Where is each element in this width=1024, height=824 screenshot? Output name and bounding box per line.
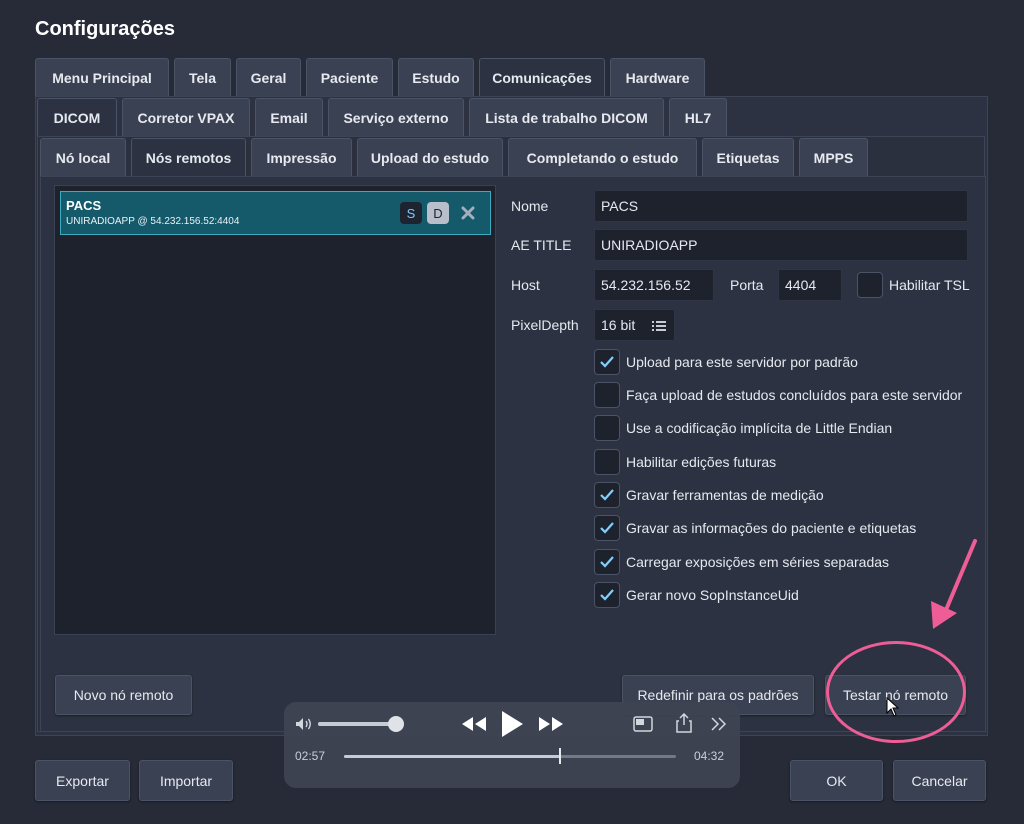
ae-title-field[interactable]: UNIRADIOAPP xyxy=(594,229,968,261)
tab-geral[interactable]: Geral xyxy=(236,58,301,96)
option-checkbox[interactable] xyxy=(594,449,620,475)
volume-icon[interactable] xyxy=(294,714,314,734)
storage-badge[interactable]: S xyxy=(400,202,422,224)
ok-button[interactable]: OK xyxy=(790,760,883,801)
tab-nos-remotos[interactable]: Nós remotos xyxy=(131,138,246,176)
import-button[interactable]: Importar xyxy=(139,760,233,801)
nome-field[interactable]: PACS xyxy=(594,190,968,222)
communication-sub-tab-bar: Nó local Nós remotos Impressão Upload do… xyxy=(40,138,868,176)
tab-hl7[interactable]: HL7 xyxy=(669,98,727,136)
default-badge[interactable]: D xyxy=(427,202,449,224)
tab-menu-principal[interactable]: Menu Principal xyxy=(35,58,169,96)
option-label: Gerar novo SopInstanceUid xyxy=(626,587,799,603)
rewind-icon[interactable] xyxy=(460,714,488,734)
tab-paciente[interactable]: Paciente xyxy=(306,58,393,96)
option-checkbox[interactable] xyxy=(594,349,620,375)
porta-label: Porta xyxy=(730,277,764,293)
option-label: Upload para este servidor por padrão xyxy=(626,354,858,370)
porta-field[interactable]: 4404 xyxy=(778,269,842,301)
tab-corretor-vpax[interactable]: Corretor VPAX xyxy=(122,98,250,136)
tab-servico-externo[interactable]: Serviço externo xyxy=(328,98,464,136)
nome-label: Nome xyxy=(511,198,549,214)
option-label: Faça upload de estudos concluídos para e… xyxy=(626,387,963,403)
pixel-depth-select[interactable]: 16 bit xyxy=(594,309,675,341)
node-address: UNIRADIOAPP @ 54.232.156.52:4404 xyxy=(66,216,240,227)
list-icon xyxy=(652,319,666,335)
volume-knob[interactable] xyxy=(388,716,404,732)
node-name: PACS xyxy=(66,198,102,213)
option-label: Carregar exposições em séries separadas xyxy=(626,554,890,570)
option-label: Gravar as informações do paciente e etiq… xyxy=(626,520,917,536)
tab-estudo[interactable]: Estudo xyxy=(398,58,474,96)
option-checkbox[interactable] xyxy=(594,549,620,575)
tab-etiquetas[interactable]: Etiquetas xyxy=(702,138,794,176)
tab-completando-o-estudo[interactable]: Completando o estudo xyxy=(508,138,697,176)
progress-fill xyxy=(344,755,560,758)
tls-label: Habilitar TSL xyxy=(889,277,970,293)
host-label: Host xyxy=(511,277,540,293)
option-label: Gravar ferramentas de medição xyxy=(626,487,824,503)
tab-email[interactable]: Email xyxy=(255,98,323,136)
tab-comunicacoes[interactable]: Comunicações xyxy=(479,58,605,96)
share-icon[interactable] xyxy=(674,712,694,734)
option-checkbox[interactable] xyxy=(594,582,620,608)
tab-upload-do-estudo[interactable]: Upload do estudo xyxy=(357,138,503,176)
tab-tela[interactable]: Tela xyxy=(174,58,231,96)
export-button[interactable]: Exportar xyxy=(35,760,130,801)
settings-title: Configurações xyxy=(35,18,176,40)
cancel-button[interactable]: Cancelar xyxy=(893,760,986,801)
option-checkbox[interactable] xyxy=(594,415,620,441)
close-icon[interactable] xyxy=(457,201,479,225)
new-remote-node-button[interactable]: Novo nó remoto xyxy=(55,675,192,715)
total-time: 04:32 xyxy=(694,749,725,763)
dicom-tab-bar: DICOM Corretor VPAX Email Serviço extern… xyxy=(37,98,727,136)
option-checkbox[interactable] xyxy=(594,515,620,541)
pixel-depth-value: 16 bit xyxy=(601,317,636,333)
progress-knob[interactable] xyxy=(558,748,561,764)
fast-forward-icon[interactable] xyxy=(537,714,565,734)
tab-hardware[interactable]: Hardware xyxy=(610,58,705,96)
volume-fill xyxy=(318,722,396,726)
ae-title-label: AE TITLE xyxy=(511,237,572,253)
play-icon[interactable] xyxy=(498,709,526,739)
video-player-controls: 02:57 04:32 xyxy=(284,702,740,788)
volume-slider[interactable] xyxy=(318,716,404,732)
tab-no-local[interactable]: Nó local xyxy=(40,138,126,176)
main-tab-bar: Menu Principal Tela Geral Paciente Estud… xyxy=(35,58,705,96)
tab-dicom[interactable]: DICOM xyxy=(37,98,117,136)
option-checkbox[interactable] xyxy=(594,382,620,408)
pixel-depth-label: PixelDepth xyxy=(511,317,579,333)
tab-lista-de-trabalho-dicom[interactable]: Lista de trabalho DICOM xyxy=(469,98,664,136)
option-checkbox[interactable] xyxy=(594,482,620,508)
tls-checkbox[interactable] xyxy=(857,272,883,298)
test-remote-node-button[interactable]: Testar nó remoto xyxy=(825,675,966,715)
tab-impressao[interactable]: Impressão xyxy=(251,138,352,176)
remote-node-list: PACS UNIRADIOAPP @ 54.232.156.52:4404 S … xyxy=(54,185,496,635)
list-item[interactable]: PACS UNIRADIOAPP @ 54.232.156.52:4404 S … xyxy=(60,191,491,235)
tab-mpps[interactable]: MPPS xyxy=(799,138,868,176)
option-label: Use a codificação implícita de Little En… xyxy=(626,420,893,436)
more-chevron-icon[interactable] xyxy=(708,714,730,734)
option-label: Habilitar edições futuras xyxy=(626,454,777,470)
picture-in-picture-icon[interactable] xyxy=(632,714,654,734)
current-time: 02:57 xyxy=(295,749,326,763)
progress-slider[interactable] xyxy=(344,748,676,764)
host-field[interactable]: 54.232.156.52 xyxy=(594,269,714,301)
